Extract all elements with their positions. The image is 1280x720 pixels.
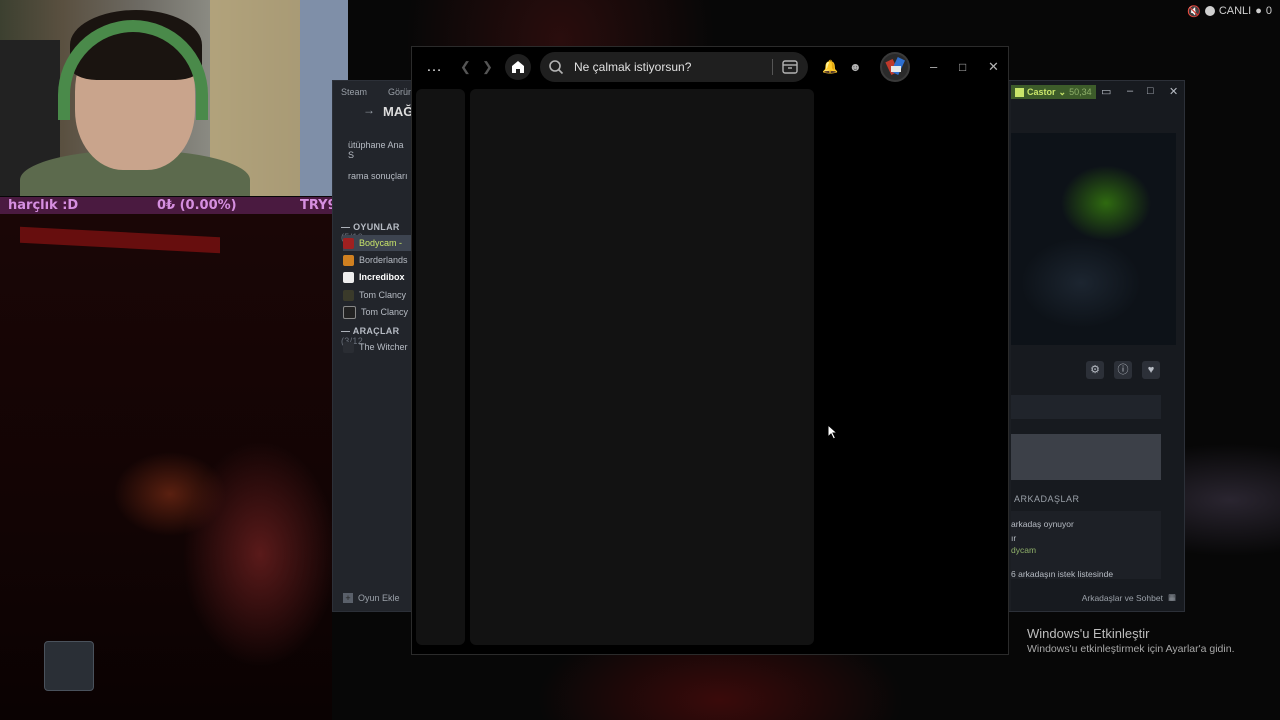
steam-balance: 50,34 (1069, 87, 1092, 97)
activation-title: Windows'u Etkinleştir (1027, 626, 1150, 641)
donation-goal-bar: harçlık :D 0₺ (0.00%) TRY999999 (0, 197, 382, 214)
spotify-top-bar: … ❮ ❯ 🔔 ☻ – □ (412, 47, 1008, 87)
donation-progress: 0₺ (0.00%) (157, 198, 237, 213)
chat-icon: ▦ (1167, 592, 1176, 602)
borderlands-icon (343, 254, 354, 266)
friends-wishlist[interactable]: 6 arkadaşın istek listesinde (1011, 569, 1113, 579)
steam-panel-button[interactable] (1011, 434, 1161, 480)
tom-clancy-icon (343, 305, 356, 319)
minimize-icon[interactable]: – (1127, 85, 1133, 97)
spotify-main-view (470, 89, 814, 645)
witcher-icon (343, 341, 354, 353)
steam-menu-view[interactable]: Görün (388, 87, 413, 97)
activation-subtitle: Windows'u etkinleştirmek için Ayarlar'a … (1027, 643, 1235, 655)
bell-icon[interactable]: 🔔 (822, 57, 838, 77)
game-item-tom-clancy-1[interactable]: Tom Clancy (343, 287, 412, 303)
maximize-icon[interactable]: □ (1147, 85, 1154, 97)
taskbar-game-thumbnail[interactable] (44, 641, 94, 691)
avatar (1015, 87, 1024, 97)
tom-clancy-icon (343, 289, 354, 301)
steam-library-sidebar: Steam Görün → MAĞ ütüphane Ana S rama so… (333, 81, 413, 611)
game-item-label: Incredibox (359, 272, 405, 282)
close-icon[interactable]: ✕ (1169, 85, 1178, 98)
add-game-label: Oyun Ekle (358, 593, 400, 603)
viewer-count: 0 (1265, 5, 1272, 17)
friends-header: ARKADAŞLAR (1014, 494, 1080, 504)
search-icon (549, 60, 564, 75)
tools-group-label: ARAÇLAR (352, 326, 400, 336)
minimize-icon[interactable]: – (930, 57, 937, 77)
maximize-icon[interactable]: □ (959, 57, 966, 77)
steam-store-tab[interactable]: MAĞ (383, 104, 413, 119)
close-icon[interactable]: ✕ (988, 57, 999, 77)
search-results-link[interactable]: rama sonuçları (348, 171, 408, 181)
steam-panel-bar (1011, 395, 1161, 419)
steam-user-menu[interactable]: Castor ⌄ 50,34 (1011, 85, 1096, 99)
mic-muted-icon[interactable]: 🔇 (1187, 5, 1201, 18)
steam-right-panel: Castor ⌄ 50,34 ▭ – □ ✕ ⚙ ⓘ ♥ ARKADAŞLAR … (1011, 81, 1184, 611)
friends-game: dycam (1011, 545, 1037, 555)
live-indicator-icon (1204, 6, 1215, 16)
viewers-icon: ● (1255, 5, 1262, 17)
game-item-tom-clancy-2[interactable]: Tom Clancy (343, 304, 412, 320)
friends-chat-button[interactable]: Arkadaşlar ve Sohbet ▦ (1082, 592, 1176, 603)
search-bar[interactable] (540, 52, 808, 82)
search-input[interactable] (572, 59, 766, 75)
friends-icon[interactable]: ☻ (849, 57, 862, 77)
game-item-label: Borderlands (359, 255, 408, 265)
home-button[interactable] (505, 54, 531, 80)
incredibox-icon (343, 271, 354, 283)
live-label: CANLI (1218, 5, 1252, 17)
games-group-label: OYUNLAR (353, 222, 400, 232)
avatar-part (891, 66, 901, 72)
library-home-link[interactable]: ütüphane Ana S (348, 140, 412, 160)
info-icon[interactable]: ⓘ (1114, 361, 1132, 379)
back-icon[interactable]: ❮ (460, 57, 471, 77)
windows-activation-watermark: Windows'u Etkinleştir Windows'u etkinleş… (1027, 626, 1234, 655)
friends-chat-label: Arkadaşlar ve Sohbet (1081, 592, 1163, 603)
game-item-label: Tom Clancy (359, 290, 407, 300)
forward-icon[interactable]: ❯ (482, 57, 493, 77)
spotify-library-sidebar (416, 89, 465, 645)
game-item-borderlands[interactable]: Borderlands (343, 252, 412, 268)
webcam-overlay (0, 0, 348, 196)
chevron-down-icon: ⌄ (1058, 86, 1067, 97)
spotify-window: … ❮ ❯ 🔔 ☻ – □ (411, 46, 1009, 655)
browse-icon[interactable] (780, 57, 800, 77)
steam-menu-steam[interactable]: Steam (341, 87, 367, 97)
search-divider (772, 59, 773, 75)
friends-box: arkadaş oynuyor ır dycam 6 arkadaşın ist… (1011, 511, 1161, 579)
add-game-button[interactable]: + Oyun Ekle (343, 593, 400, 603)
big-picture-icon[interactable]: ▭ (1101, 85, 1111, 98)
system-tray: 🔇 CANLI ● 0 (1187, 4, 1272, 18)
avatar[interactable] (880, 52, 910, 82)
tool-item-label: The Witcher (359, 342, 408, 352)
game-hero-image (1011, 133, 1176, 345)
tool-item-witcher[interactable]: The Witcher (343, 339, 412, 355)
game-item-incredibox[interactable]: Incredibox (343, 269, 412, 285)
gear-icon[interactable]: ⚙ (1086, 361, 1104, 379)
game-item-bodycam[interactable]: Bodycam - (343, 235, 412, 251)
heart-icon[interactable]: ♥ (1142, 361, 1160, 379)
game-item-label: Tom Clancy (361, 307, 409, 317)
mouse-cursor-icon (827, 424, 839, 440)
friends-line: ır (1011, 533, 1017, 543)
bodycam-icon (343, 237, 354, 249)
game-item-label: Bodycam - (359, 238, 403, 248)
forward-icon[interactable]: → (363, 103, 375, 117)
home-icon (512, 61, 524, 73)
more-icon[interactable]: … (426, 57, 442, 77)
friends-playing: arkadaş oynuyor (1011, 519, 1074, 529)
steam-username: Castor (1027, 87, 1056, 97)
donation-label: harçlık :D (8, 198, 79, 213)
plus-icon: + (343, 593, 353, 603)
